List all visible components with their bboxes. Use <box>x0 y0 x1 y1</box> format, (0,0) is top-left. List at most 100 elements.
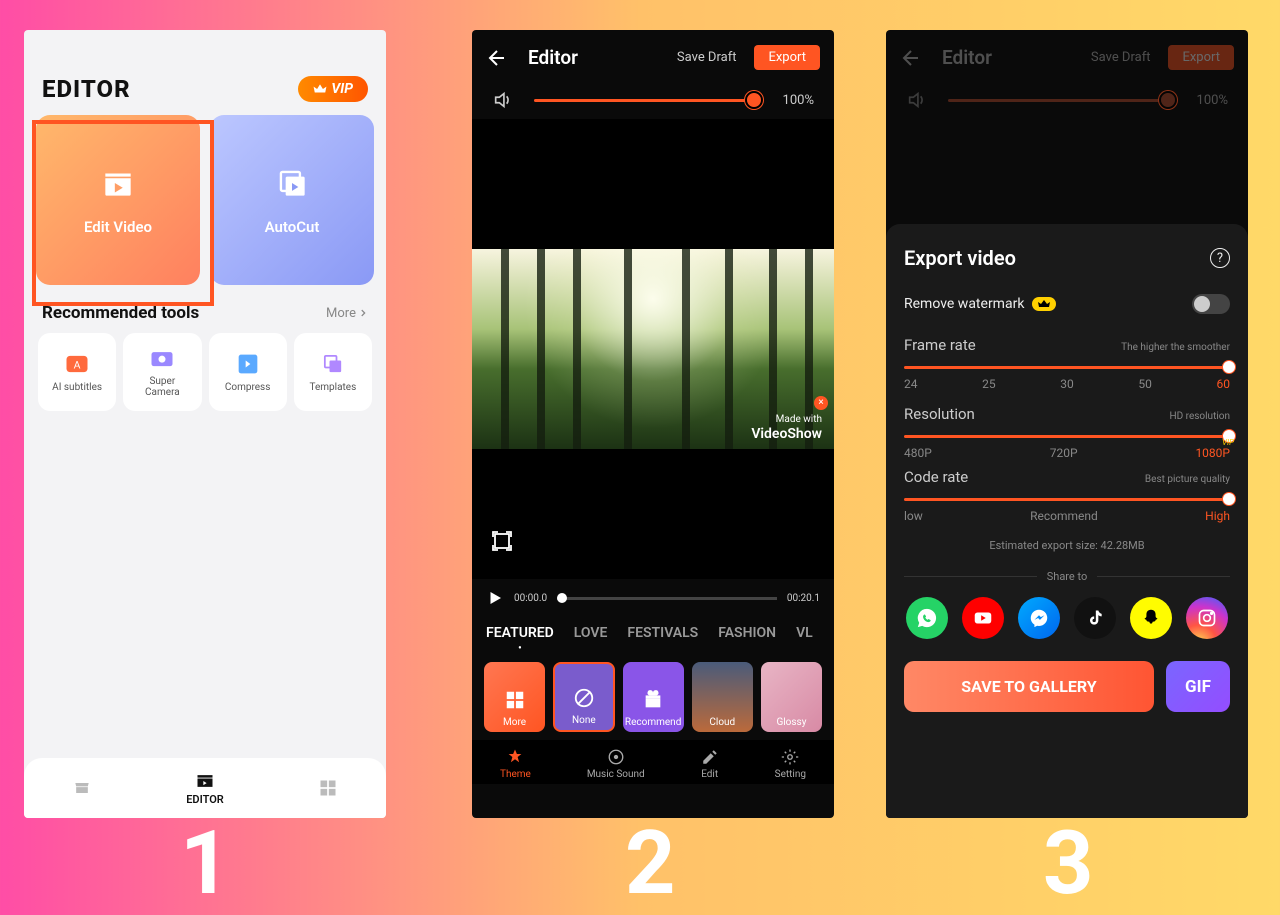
coderate-hint: Best picture quality <box>1145 474 1230 485</box>
remove-watermark-label: Remove watermark <box>904 296 1024 312</box>
store-icon <box>70 778 94 798</box>
save-draft-button[interactable]: Save Draft <box>677 50 737 65</box>
editor-header: EDITOR <box>42 75 131 103</box>
cat-featured[interactable]: FEATURED <box>486 625 554 654</box>
nav-grid[interactable] <box>316 778 340 798</box>
music-icon <box>607 748 625 766</box>
help-icon[interactable]: ? <box>1210 248 1230 268</box>
phone-screen-1: EDITOR VIP Edit Video AutoCut Recommende… <box>24 30 386 818</box>
time-total: 00:20.1 <box>787 593 820 604</box>
tab-setting[interactable]: Setting <box>775 748 806 780</box>
cat-fashion[interactable]: FASHION <box>718 625 776 654</box>
export-sheet: Export video ? Remove watermark Frame ra… <box>886 224 1248 818</box>
tool-super-camera[interactable]: Super Camera <box>123 333 201 411</box>
step-2: 2 <box>625 820 676 908</box>
gif-button[interactable]: GIF <box>1166 661 1230 712</box>
share-to-label: Share to <box>1047 570 1088 583</box>
share-tiktok[interactable] <box>1074 597 1116 639</box>
coderate-slider[interactable] <box>904 498 1230 501</box>
gift-icon <box>642 689 664 711</box>
resolution-label: Resolution <box>904 405 975 423</box>
resolution-hint: HD resolution <box>1169 411 1230 422</box>
templates-icon <box>319 350 347 378</box>
compress-icon <box>234 350 262 378</box>
bottom-nav: EDITOR <box>24 758 386 818</box>
autocut-card[interactable]: AutoCut <box>210 115 374 285</box>
share-instagram[interactable] <box>1186 597 1228 639</box>
tab-edit[interactable]: Edit <box>701 748 719 780</box>
step-3: 3 <box>1043 820 1094 908</box>
vip-badge[interactable]: VIP <box>298 76 368 102</box>
tool-ai-subtitles[interactable]: A AI subtitles <box>38 333 116 411</box>
clapboard-icon <box>99 164 137 202</box>
cat-love[interactable]: LOVE <box>574 625 608 654</box>
grid-icon <box>316 778 340 798</box>
framerate-hint: The higher the smoother <box>1121 342 1230 353</box>
chevron-right-icon <box>358 308 368 318</box>
volume-slider[interactable] <box>534 99 757 102</box>
watermark-toggle[interactable] <box>1192 294 1230 314</box>
fullscreen-icon[interactable] <box>490 529 514 553</box>
share-youtube[interactable] <box>962 597 1004 639</box>
edit-icon <box>701 748 719 766</box>
share-snapchat[interactable] <box>1130 597 1172 639</box>
play-icon[interactable] <box>486 589 504 607</box>
cat-vlog[interactable]: VL <box>796 625 813 654</box>
theme-categories: FEATURED LOVE FESTIVALS FASHION VL <box>472 617 834 654</box>
cat-festivals[interactable]: FESTIVALS <box>627 625 698 654</box>
timeline-slider[interactable] <box>557 597 777 600</box>
volume-slider <box>948 99 1171 102</box>
tool-compress[interactable]: Compress <box>209 333 287 411</box>
phone-screen-3: Editor Save Draft Export 100% Export vid… <box>886 30 1248 818</box>
crown-icon <box>313 82 327 96</box>
export-button[interactable]: Export <box>754 45 820 70</box>
resolution-slider[interactable] <box>904 435 1230 438</box>
volume-icon <box>906 89 928 111</box>
coderate-label: Code rate <box>904 468 968 486</box>
vip-crown-icon <box>1032 297 1056 311</box>
tool-templates[interactable]: Templates <box>294 333 372 411</box>
volume-percent: 100% <box>1197 93 1228 108</box>
save-draft-button[interactable]: Save Draft <box>1091 50 1151 65</box>
tab-theme[interactable]: Theme <box>500 748 531 780</box>
framerate-label: Frame rate <box>904 336 976 354</box>
save-to-gallery-button[interactable]: SAVE TO GALLERY <box>904 661 1154 712</box>
theme-more[interactable]: More <box>484 662 545 732</box>
volume-icon[interactable] <box>492 89 514 111</box>
gear-icon <box>781 748 799 766</box>
theme-glossy[interactable]: Glossy <box>761 662 822 732</box>
nav-store[interactable] <box>70 778 94 798</box>
export-button[interactable]: Export <box>1168 45 1234 70</box>
nav-editor[interactable]: EDITOR <box>186 771 224 806</box>
remove-watermark-x[interactable]: × <box>814 396 828 410</box>
editor-icon <box>193 771 217 791</box>
editor-title: Editor <box>942 46 1073 69</box>
video-preview[interactable]: × Made withVideoShow <box>472 249 834 449</box>
back-icon[interactable] <box>900 46 924 70</box>
vip-tag: VIP <box>1222 438 1234 447</box>
volume-percent: 100% <box>783 93 814 108</box>
estimated-size: Estimated export size: 42.28MB <box>904 539 1230 552</box>
theme-icon <box>506 748 524 766</box>
edit-video-card[interactable]: Edit Video <box>36 115 200 285</box>
phone-screen-2: Editor Save Draft Export 100% × Made wit… <box>472 30 834 818</box>
subtitle-icon: A <box>63 350 91 378</box>
grid-more-icon <box>504 689 526 711</box>
theme-cloud[interactable]: Cloud <box>692 662 753 732</box>
tab-music[interactable]: Music Sound <box>587 748 645 780</box>
svg-text:A: A <box>74 358 81 371</box>
share-whatsapp[interactable] <box>906 597 948 639</box>
camera-icon <box>148 344 176 372</box>
more-button[interactable]: More <box>326 306 368 321</box>
step-1: 1 <box>180 820 231 908</box>
theme-none[interactable]: None <box>553 662 614 732</box>
share-messenger[interactable] <box>1018 597 1060 639</box>
framerate-slider[interactable] <box>904 366 1230 369</box>
stack-icon <box>273 164 311 202</box>
editor-title: Editor <box>528 46 659 69</box>
time-current: 00:00.0 <box>514 593 547 604</box>
recommended-title: Recommended tools <box>42 303 199 323</box>
back-icon[interactable] <box>486 46 510 70</box>
video-watermark: × Made withVideoShow <box>751 414 822 443</box>
theme-recommend[interactable]: Recommend <box>623 662 684 732</box>
